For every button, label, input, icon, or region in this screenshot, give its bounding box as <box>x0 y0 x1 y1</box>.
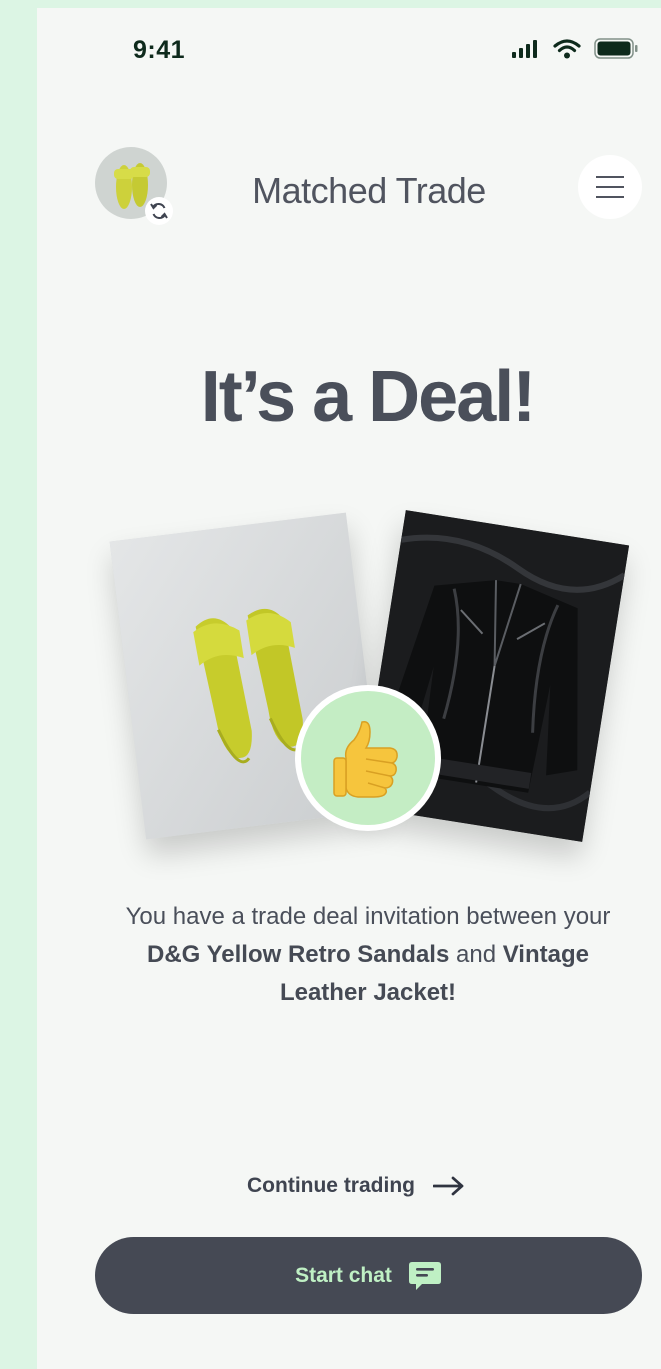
swap-icon <box>145 197 173 225</box>
status-time: 9:41 <box>133 36 186 64</box>
match-badge <box>295 685 441 831</box>
thumbs-up-icon <box>333 720 398 798</box>
menu-icon <box>596 176 624 198</box>
start-chat-label: Start chat <box>295 1263 392 1287</box>
continue-trading-link[interactable]: Continue trading <box>247 1168 465 1204</box>
chat-bubble-icon <box>408 1261 441 1290</box>
deal-headline: It’s a Deal! <box>200 357 536 437</box>
message-connector: and <box>456 941 497 968</box>
battery-icon <box>594 38 638 59</box>
menu-button[interactable] <box>578 155 642 219</box>
phone-screen: 9:41 Matched Trade It’s a Deal! You have… <box>37 8 661 1369</box>
status-icons <box>512 38 638 59</box>
signal-icon <box>512 40 537 58</box>
deal-message: You have a trade deal invitation between… <box>107 898 629 1012</box>
start-chat-button[interactable]: Start chat <box>95 1237 642 1314</box>
page-title: Matched Trade <box>252 170 486 211</box>
message-item-a: D&G Yellow Retro Sandals <box>147 941 450 968</box>
continue-label: Continue trading <box>247 1174 415 1197</box>
user-avatar[interactable] <box>95 147 173 225</box>
message-prefix: You have a trade deal invitation between… <box>125 903 611 930</box>
arrow-right-icon <box>432 1176 464 1196</box>
wifi-icon <box>553 39 581 59</box>
